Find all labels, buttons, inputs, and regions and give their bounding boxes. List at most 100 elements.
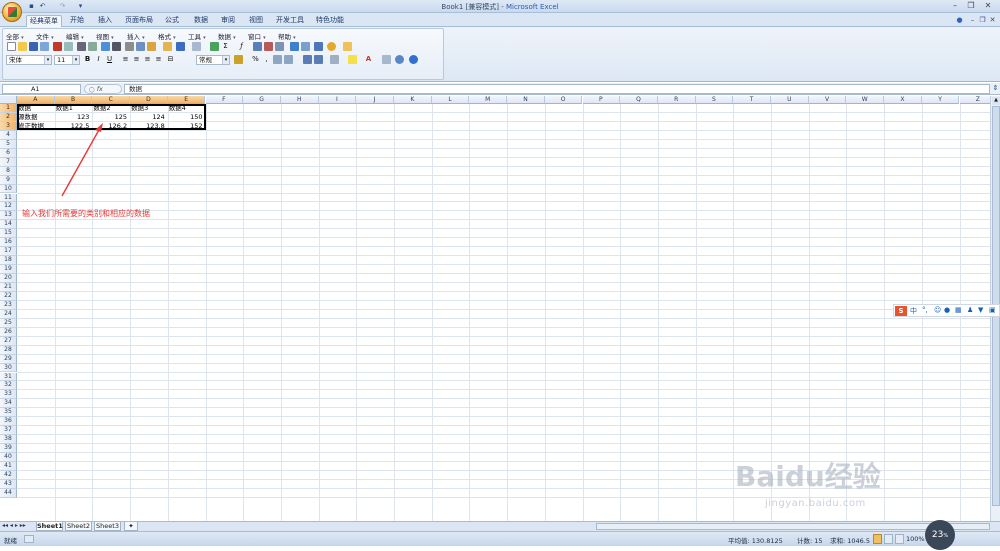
insert-function-button[interactable]: ◯ fx (84, 84, 122, 94)
sheet-tab-1[interactable]: Sheet1 (36, 522, 63, 531)
menu-insert[interactable]: 插入 ▾ (127, 31, 145, 41)
function-icon[interactable]: ƒ (237, 42, 246, 51)
row-header[interactable]: 43 (0, 479, 17, 489)
filter-icon[interactable] (275, 42, 284, 51)
row-header[interactable]: 31 (0, 372, 17, 382)
row-header[interactable]: 28 (0, 345, 17, 355)
tab-home[interactable]: 开始 (64, 15, 90, 27)
row-header[interactable]: 33 (0, 390, 17, 400)
decrease-decimal-icon[interactable] (284, 55, 293, 64)
column-header[interactable]: O (544, 96, 583, 104)
align-left-icon[interactable]: ≡ (121, 55, 130, 64)
row-header[interactable]: 42 (0, 470, 17, 480)
page-layout-view-icon[interactable] (884, 534, 893, 544)
help-icon[interactable] (409, 55, 418, 64)
column-header[interactable]: U (771, 96, 809, 104)
fill-color-icon[interactable] (348, 55, 357, 64)
customize-qat-icon[interactable]: ▾ (76, 2, 85, 11)
column-header[interactable]: Y (921, 96, 960, 104)
sheet-tab-2[interactable]: Sheet2 (65, 522, 92, 531)
align-center-icon[interactable]: ≡ (132, 55, 141, 64)
ribbon-close-icon[interactable]: ✕ (988, 16, 997, 25)
menu-window[interactable]: 窗口 ▾ (248, 31, 266, 41)
row-header[interactable]: 27 (0, 336, 17, 346)
underline-button[interactable]: U (105, 55, 114, 64)
drawing-icon[interactable] (301, 42, 310, 51)
row-header[interactable]: 23 (0, 300, 17, 310)
undo-icon[interactable] (176, 42, 185, 51)
folder-icon[interactable] (343, 42, 352, 51)
row-header[interactable]: 25 (0, 318, 17, 328)
sheet-tab-3[interactable]: Sheet3 (94, 522, 121, 531)
find-icon[interactable] (395, 55, 404, 64)
punctuation-icon[interactable]: °, (922, 306, 928, 314)
menu-data[interactable]: 数据 ▾ (218, 31, 236, 41)
ribbon-restore-icon[interactable]: ❐ (978, 16, 987, 25)
office-online-icon[interactable] (327, 42, 336, 51)
row-header[interactable]: 29 (0, 354, 17, 364)
row-header[interactable]: 14 (0, 220, 17, 230)
row-header[interactable]: 26 (0, 327, 17, 337)
row-header[interactable]: 22 (0, 291, 17, 301)
undo-icon[interactable]: ↶ (38, 2, 47, 11)
column-header[interactable]: H (280, 96, 319, 104)
skin-icon[interactable]: ▼ (978, 306, 983, 314)
column-header[interactable]: L (431, 96, 470, 104)
macro-record-icon[interactable] (24, 535, 34, 543)
menu-view[interactable]: 视图 ▾ (96, 31, 114, 41)
ime-mode-chinese[interactable]: 中 (910, 306, 917, 316)
bold-button[interactable]: B (83, 55, 92, 64)
column-header[interactable]: K (394, 96, 432, 104)
tab-formulas[interactable]: 公式 (159, 15, 185, 27)
ribbon-minimize-icon[interactable]: – (968, 16, 977, 25)
italic-button[interactable]: I (94, 55, 103, 64)
tab-special[interactable]: 特色功能 (312, 15, 348, 27)
close-button[interactable]: ✕ (981, 1, 995, 11)
comma-icon[interactable]: , (262, 55, 271, 64)
copy-icon[interactable] (136, 42, 145, 51)
settings-icon[interactable]: ▣ (989, 306, 996, 314)
increase-indent-icon[interactable] (314, 55, 323, 64)
expand-formula-bar-icon[interactable]: ⇕ (991, 84, 1000, 93)
row-header[interactable]: 39 (0, 444, 17, 454)
zoom-level[interactable]: 100% (906, 535, 925, 543)
toolbox-icon[interactable]: ♟ (967, 306, 973, 314)
row-header[interactable]: 16 (0, 238, 17, 248)
font-name-combo[interactable]: 宋体 ▾ (6, 55, 52, 65)
row-header[interactable]: 41 (0, 462, 17, 471)
hyperlink-icon[interactable] (210, 42, 219, 51)
row-header[interactable]: 44 (0, 488, 17, 498)
row-header[interactable]: 19 (0, 265, 17, 275)
name-box[interactable]: A1 (2, 84, 81, 94)
menu-format[interactable]: 格式 ▾ (158, 31, 176, 41)
restore-button[interactable]: ❐ (964, 1, 978, 11)
column-header[interactable]: S (695, 96, 734, 104)
pdf-icon[interactable] (53, 42, 62, 51)
currency-icon[interactable] (234, 55, 243, 64)
tab-view[interactable]: 视图 (243, 15, 269, 27)
align-right-icon[interactable]: ≡ (143, 55, 152, 64)
research-icon[interactable] (112, 42, 121, 51)
column-header[interactable]: T (733, 96, 771, 104)
microphone-icon[interactable]: ● (944, 306, 950, 314)
sheet-nav-icon[interactable]: ◂◂ ◂ ▸ ▸▸ (2, 522, 26, 529)
minimize-button[interactable]: – (948, 1, 962, 11)
row-header[interactable]: 37 (0, 426, 17, 436)
office-button[interactable] (2, 2, 22, 22)
column-header[interactable]: J (356, 96, 394, 104)
new-icon[interactable] (7, 42, 16, 51)
ime-toolbar[interactable]: S 中 °, ☺ ● ▦ ♟ ▼ ▣ (893, 304, 1000, 317)
emoji-icon[interactable]: ☺ (934, 306, 941, 314)
menu-file[interactable]: 文件 ▾ (36, 31, 54, 41)
redo-icon[interactable] (192, 42, 201, 51)
font-size-combo[interactable]: 11 ▾ (54, 55, 80, 65)
tab-developer[interactable]: 开发工具 (272, 15, 308, 27)
increase-decimal-icon[interactable] (273, 55, 282, 64)
keyboard-icon[interactable]: ▦ (955, 306, 962, 314)
menu-all[interactable]: 全部 ▾ (6, 31, 24, 41)
open-icon[interactable] (18, 42, 27, 51)
row-header[interactable]: 35 (0, 408, 17, 418)
normal-view-icon[interactable] (873, 534, 882, 544)
column-header[interactable]: V (808, 96, 847, 104)
permission-icon[interactable] (40, 42, 49, 51)
